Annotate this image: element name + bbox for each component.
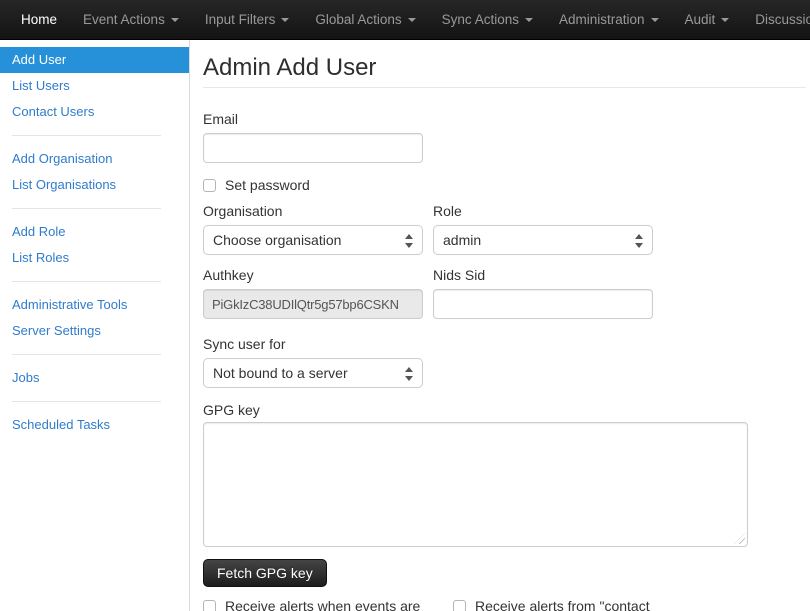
nav-item-audit[interactable]: Audit bbox=[672, 0, 743, 39]
nav-item-label: Discussions bbox=[755, 12, 810, 27]
organisation-select-value: Choose organisation bbox=[213, 232, 341, 248]
sidebar-item-list-roles[interactable]: List Roles bbox=[0, 245, 189, 271]
set-password-row: Set password bbox=[203, 176, 806, 194]
email-label: Email bbox=[203, 111, 806, 128]
role-select-value: admin bbox=[443, 232, 481, 248]
caret-down-icon bbox=[281, 18, 289, 22]
caret-down-icon bbox=[171, 18, 179, 22]
authkey-nids-labels: Authkey Nids Sid bbox=[203, 267, 806, 284]
sidebar-item-contact-users[interactable]: Contact Users bbox=[0, 99, 189, 125]
sidebar-item-list-organisations[interactable]: List Organisations bbox=[0, 172, 189, 198]
gpg-key-textarea[interactable] bbox=[203, 422, 748, 547]
alert-events-option: Receive alerts when events are bbox=[203, 598, 453, 611]
receive-alerts-contact-label: Receive alerts from "contact bbox=[475, 598, 650, 611]
gpg-key-label: GPG key bbox=[203, 402, 806, 419]
select-arrows-icon bbox=[404, 366, 413, 382]
caret-down-icon bbox=[408, 18, 416, 22]
sidebar-divider bbox=[12, 401, 161, 402]
nids-sid-field[interactable] bbox=[433, 289, 653, 319]
nav-item-discussions[interactable]: Discussions bbox=[742, 0, 810, 39]
gpg-key-wrap bbox=[203, 422, 748, 547]
authkey-label: Authkey bbox=[203, 267, 423, 284]
nav-item-label: Event Actions bbox=[83, 12, 165, 27]
nav-item-administration[interactable]: Administration bbox=[546, 0, 672, 39]
misp-admin-add-user-screen: Home Event Actions Input Filters Global … bbox=[0, 0, 810, 611]
sidebar-divider bbox=[12, 135, 161, 136]
sidebar-item-list-users[interactable]: List Users bbox=[0, 73, 189, 99]
nav-item-sync-actions[interactable]: Sync Actions bbox=[429, 0, 546, 39]
nav-item-global-actions[interactable]: Global Actions bbox=[302, 0, 428, 39]
nav-item-label: Sync Actions bbox=[442, 12, 519, 27]
sidebar-divider bbox=[12, 208, 161, 209]
sync-user-select-value: Not bound to a server bbox=[213, 365, 348, 381]
organisation-select[interactable]: Choose organisation bbox=[203, 225, 423, 255]
sync-user-label: Sync user for bbox=[203, 336, 806, 353]
email-field[interactable] bbox=[203, 133, 423, 163]
receive-alerts-contact-checkbox[interactable] bbox=[453, 600, 466, 611]
sidebar-item-jobs[interactable]: Jobs bbox=[0, 365, 189, 391]
nav-item-input-filters[interactable]: Input Filters bbox=[192, 0, 303, 39]
authkey-nids-fields bbox=[203, 284, 806, 319]
set-password-checkbox[interactable] bbox=[203, 179, 216, 192]
sync-user-select[interactable]: Not bound to a server bbox=[203, 358, 423, 388]
sidebar-item-scheduled-tasks[interactable]: Scheduled Tasks bbox=[0, 412, 189, 438]
alerts-row: Receive alerts when events are Receive a… bbox=[203, 598, 806, 611]
nav-item-label: Administration bbox=[559, 12, 645, 27]
org-role-fields: Choose organisation admin bbox=[203, 220, 806, 255]
nav-item-label: Input Filters bbox=[205, 12, 276, 27]
role-label: Role bbox=[433, 203, 653, 220]
role-select[interactable]: admin bbox=[433, 225, 653, 255]
title-rule bbox=[203, 87, 806, 88]
organisation-label: Organisation bbox=[203, 203, 423, 220]
sidebar-divider bbox=[12, 354, 161, 355]
caret-down-icon bbox=[651, 18, 659, 22]
receive-alerts-events-label: Receive alerts when events are bbox=[225, 598, 420, 611]
sidebar-item-server-settings[interactable]: Server Settings bbox=[0, 318, 189, 344]
main-content: Admin Add User Email Set password Organi… bbox=[190, 40, 810, 611]
sidebar-item-administrative-tools[interactable]: Administrative Tools bbox=[0, 292, 189, 318]
receive-alerts-events-checkbox[interactable] bbox=[203, 600, 216, 611]
fetch-gpg-key-button[interactable]: Fetch GPG key bbox=[203, 559, 327, 587]
page-title: Admin Add User bbox=[203, 53, 806, 83]
top-navbar: Home Event Actions Input Filters Global … bbox=[0, 0, 810, 40]
sidebar-divider bbox=[12, 281, 161, 282]
sidebar-item-add-organisation[interactable]: Add Organisation bbox=[0, 146, 189, 172]
select-arrows-icon bbox=[404, 233, 413, 249]
set-password-label: Set password bbox=[225, 177, 310, 193]
org-role-labels: Organisation Role bbox=[203, 203, 806, 220]
sidebar-item-add-user[interactable]: Add User bbox=[0, 47, 189, 73]
alert-contact-option: Receive alerts from "contact bbox=[453, 598, 650, 611]
nids-sid-label: Nids Sid bbox=[433, 267, 653, 284]
admin-sidebar: Add User List Users Contact Users Add Or… bbox=[0, 40, 190, 611]
caret-down-icon bbox=[721, 18, 729, 22]
nav-item-event-actions[interactable]: Event Actions bbox=[70, 0, 192, 39]
nav-item-home[interactable]: Home bbox=[8, 0, 70, 39]
sync-user-field: Not bound to a server bbox=[203, 353, 806, 388]
nav-item-label: Audit bbox=[685, 12, 716, 27]
select-arrows-icon bbox=[634, 233, 643, 249]
caret-down-icon bbox=[525, 18, 533, 22]
authkey-field bbox=[203, 289, 423, 319]
sidebar-item-add-role[interactable]: Add Role bbox=[0, 219, 189, 245]
nav-item-label: Home bbox=[21, 12, 57, 27]
nav-item-label: Global Actions bbox=[315, 12, 401, 27]
